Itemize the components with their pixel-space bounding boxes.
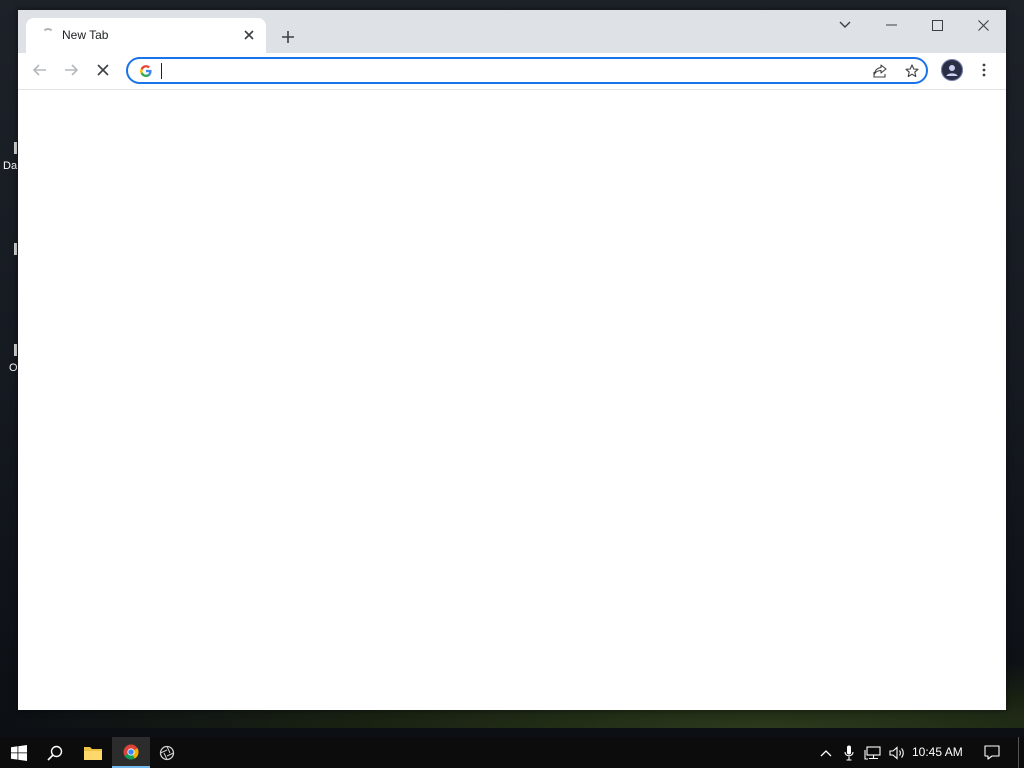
back-button[interactable]: [26, 56, 54, 84]
text-caret: [161, 63, 162, 79]
plus-icon: [282, 31, 294, 43]
loading-spinner-icon: [42, 28, 54, 40]
more-vertical-icon: [982, 63, 986, 77]
taskbar: 10:45 AM: [0, 737, 1024, 768]
tab-new-tab[interactable]: New Tab: [26, 18, 266, 53]
close-icon: [977, 19, 989, 31]
maximize-icon: [931, 19, 943, 31]
minimize-icon: [885, 24, 897, 26]
menu-button[interactable]: [970, 56, 998, 84]
chevron-up-icon: [820, 749, 832, 756]
bookmark-button[interactable]: [902, 61, 922, 81]
desktop-icon-fragment[interactable]: [14, 142, 17, 157]
desktop-icon-label-fragment: O: [9, 362, 18, 374]
volume-button[interactable]: [886, 737, 908, 768]
profile-avatar-button[interactable]: [941, 59, 963, 81]
search-button[interactable]: [36, 737, 74, 768]
desktop-icon-fragment[interactable]: [14, 344, 17, 359]
desktop-icon-fragment[interactable]: [14, 243, 17, 258]
window-close-button[interactable]: [960, 10, 1006, 40]
google-g-icon: [137, 62, 155, 80]
forward-button[interactable]: [57, 56, 85, 84]
browser-toolbar: [18, 53, 1006, 90]
browser-window: New Tab: [18, 10, 1006, 710]
windows-logo-icon: [11, 744, 27, 761]
notification-icon: [984, 745, 1000, 760]
network-button[interactable]: [862, 737, 884, 768]
aperture-icon: [159, 745, 175, 760]
start-button[interactable]: [0, 737, 38, 768]
stop-loading-button[interactable]: [89, 56, 117, 84]
desktop-icon-label-fragment: Da: [3, 160, 18, 172]
arrow-right-icon: [65, 64, 79, 76]
microphone-button[interactable]: [840, 737, 858, 768]
tab-search-button[interactable]: [822, 10, 868, 40]
maximize-button[interactable]: [914, 10, 960, 40]
new-tab-button[interactable]: [276, 25, 300, 49]
microphone-icon: [844, 745, 854, 761]
file-explorer-button[interactable]: [74, 737, 112, 768]
app-taskbar-button[interactable]: [148, 737, 186, 768]
address-input[interactable]: [160, 61, 860, 80]
profile-icon: [946, 65, 958, 76]
show-hidden-icons-button[interactable]: [816, 737, 836, 768]
share-button[interactable]: [870, 61, 890, 81]
page-content[interactable]: [18, 90, 1006, 710]
speaker-icon: [889, 745, 904, 760]
minimize-button[interactable]: [868, 10, 914, 40]
chevron-down-icon: [839, 21, 851, 28]
tab-title: New Tab: [62, 28, 109, 42]
chrome-taskbar-button[interactable]: [112, 737, 150, 768]
folder-icon: [84, 746, 102, 760]
address-bar[interactable]: [126, 57, 928, 84]
arrow-left-icon: [32, 64, 46, 76]
search-icon: [47, 745, 63, 761]
action-center-button[interactable]: [980, 737, 1004, 768]
close-icon: [244, 30, 254, 40]
tab-close-button[interactable]: [240, 26, 258, 44]
tab-strip: New Tab: [18, 10, 1006, 53]
show-desktop-button[interactable]: [1018, 737, 1024, 768]
stop-icon: [97, 64, 109, 76]
share-icon: [873, 64, 887, 78]
chrome-icon: [123, 744, 139, 760]
network-icon: [864, 745, 881, 760]
taskbar-clock[interactable]: 10:45 AM: [912, 745, 963, 759]
star-icon: [905, 64, 919, 78]
